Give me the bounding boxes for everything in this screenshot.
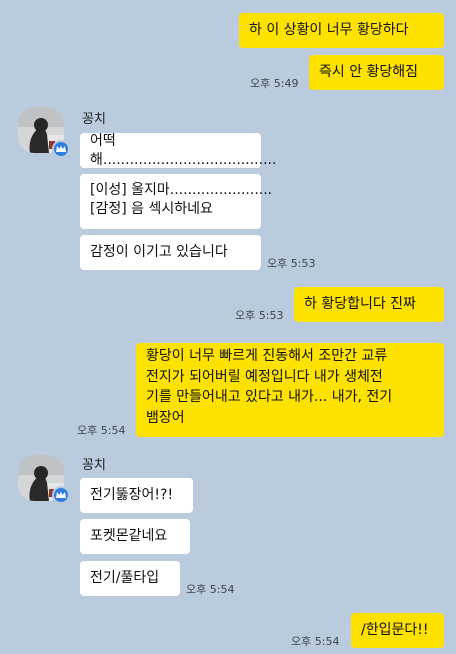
message-text-line: [이성] 울지마....................... [90, 182, 273, 198]
message-text: 감정이 이기고 있습니다 [90, 244, 228, 260]
message-time: 오후 5:53 [267, 257, 316, 270]
incoming-message[interactable]: 전기뚫장어!?! [80, 478, 193, 513]
incoming-message[interactable]: 전기/풀타입 [80, 561, 180, 596]
message-text: /한입문다!! [361, 622, 429, 638]
message-text: 포켓몬같네요 [90, 528, 168, 544]
message-text: 즉시 안 황당해짐 [319, 64, 419, 80]
message-text-line: 뱀장어 [146, 409, 185, 426]
message-text: 어떡해.....................................… [90, 132, 277, 168]
message-text-line: 황당이 너무 빠르게 진동해서 조만간 교류 [146, 348, 388, 364]
incoming-message[interactable]: 포켓몬같네요 [80, 519, 190, 554]
crown-badge-icon [52, 140, 70, 158]
message-text-line: 전지가 되어버릴 예정입니다 내가 생체전 [146, 368, 383, 385]
outgoing-message[interactable]: 하 황당합니다 진짜 [294, 287, 444, 322]
incoming-message[interactable]: 어떡해.....................................… [80, 133, 276, 168]
incoming-message[interactable]: 감정이 이기고 있습니다 [80, 235, 261, 270]
message-text: 하 황당합니다 진짜 [304, 296, 416, 312]
message-text: 전기뚫장어!?! [90, 487, 174, 503]
sender-name: 꽁치 [82, 458, 106, 473]
message-time: 오후 5:54 [291, 635, 340, 648]
incoming-message[interactable]: [이성] 울지마....................... [감정] 음 섹… [80, 174, 272, 229]
crown-badge-icon [52, 486, 70, 504]
sender-name: 꽁치 [82, 112, 106, 127]
message-time: 오후 5:54 [186, 583, 235, 596]
message-time: 오후 5:54 [77, 424, 126, 437]
message-text: 하 이 상황이 너무 황당하다 [249, 22, 409, 38]
message-text-line: 기를 만들어내고 있다고 내가... 내가, 전기 [146, 389, 393, 405]
message-time: 오후 5:49 [250, 77, 299, 90]
message-text: 전기/풀타입 [90, 570, 160, 586]
outgoing-message[interactable]: 즉시 안 황당해짐 [309, 55, 444, 90]
message-text-line: [감정] 음 섹시하네요 [90, 201, 213, 217]
outgoing-message[interactable]: 황당이 너무 빠르게 진동해서 조만간 교류 전지가 되어버릴 예정입니다 내가… [136, 343, 444, 437]
outgoing-message[interactable]: /한입문다!! [351, 613, 444, 648]
message-time: 오후 5:53 [235, 309, 284, 322]
outgoing-message[interactable]: 하 이 상황이 너무 황당하다 [239, 13, 444, 48]
